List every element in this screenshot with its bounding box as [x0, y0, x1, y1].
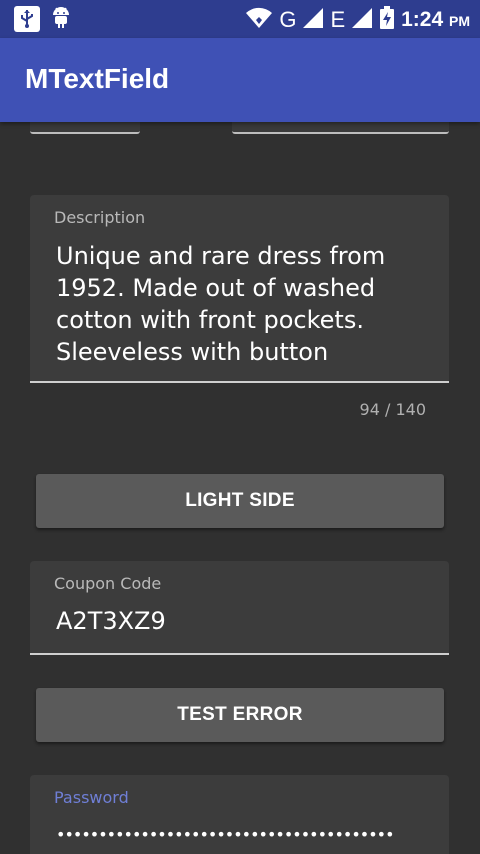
battery-charging-icon — [379, 6, 395, 34]
app-bar: MTextField — [0, 38, 480, 122]
password-field[interactable]: Password •••••••••••••••••••••••••••••••… — [30, 775, 449, 854]
light-side-button[interactable]: LIGHT SIDE — [36, 474, 444, 528]
coupon-code-field[interactable]: Coupon Code A2T3XZ9 — [30, 561, 449, 655]
description-input[interactable]: Unique and rare dress from 1952. Made ou… — [56, 240, 416, 368]
text-field-partial-right[interactable] — [232, 122, 449, 134]
text-field-partial-left[interactable] — [30, 122, 140, 134]
signal-icon — [302, 7, 324, 33]
description-label: Description — [54, 208, 146, 227]
test-error-button[interactable]: TEST ERROR — [36, 688, 444, 742]
signal-icon — [351, 7, 373, 33]
description-field[interactable]: Description Unique and rare dress from 1… — [30, 195, 449, 383]
coupon-code-label: Coupon Code — [54, 574, 162, 593]
password-label: Password — [54, 788, 129, 807]
password-input[interactable]: •••••••••••••••••••••••••••••••••••••••• — [56, 819, 436, 851]
coupon-code-underline — [30, 653, 449, 655]
usb-icon — [14, 6, 40, 32]
clock: 1:24 PM — [401, 8, 470, 31]
description-underline — [30, 381, 449, 383]
status-bar: G E 1:24 PM — [0, 0, 480, 38]
character-counter: 94 / 140 — [359, 400, 426, 419]
network-type-e: E — [330, 7, 346, 32]
coupon-code-input[interactable]: A2T3XZ9 — [56, 605, 166, 637]
wifi-icon — [245, 7, 273, 33]
android-icon — [50, 5, 72, 33]
network-type-g: G — [279, 7, 297, 32]
page-title: MTextField — [25, 63, 170, 94]
form-scroll-area[interactable]: Description Unique and rare dress from 1… — [0, 122, 480, 854]
